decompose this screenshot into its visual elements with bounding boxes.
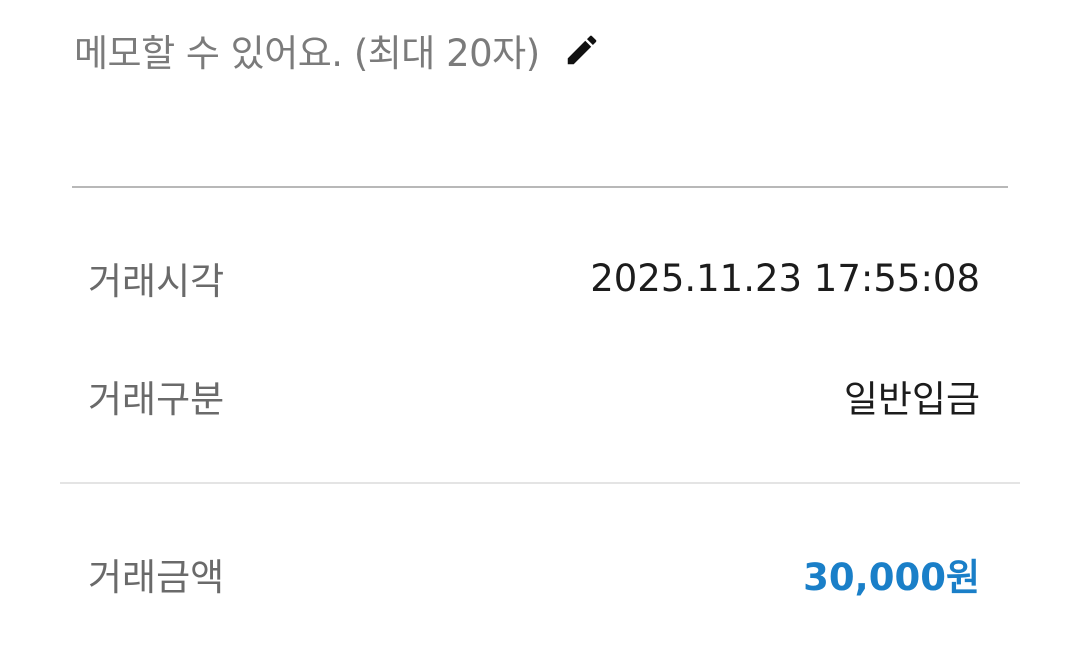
transaction-time-row: 거래시각 2025.11.23 17:55:08 <box>88 248 980 308</box>
transaction-type-label: 거래구분 <box>88 378 225 421</box>
transaction-time-value: 2025.11.23 17:55:08 <box>590 256 980 300</box>
section-divider <box>60 482 1020 484</box>
transaction-amount-value: 30,000원 <box>803 556 980 599</box>
transaction-time-label: 거래시각 <box>88 260 225 303</box>
transaction-amount-label: 거래금액 <box>88 556 225 599</box>
memo-divider <box>72 186 1008 188</box>
memo-field[interactable]: 메모할 수 있어요. (최대 20자) <box>74 22 602 78</box>
pencil-icon[interactable] <box>562 30 602 70</box>
transaction-type-value: 일반입금 <box>843 378 980 421</box>
memo-placeholder[interactable]: 메모할 수 있어요. (최대 20자) <box>74 23 540 77</box>
transaction-type-row: 거래구분 일반입금 <box>88 366 980 426</box>
transaction-amount-row: 거래금액 30,000원 <box>88 544 980 604</box>
